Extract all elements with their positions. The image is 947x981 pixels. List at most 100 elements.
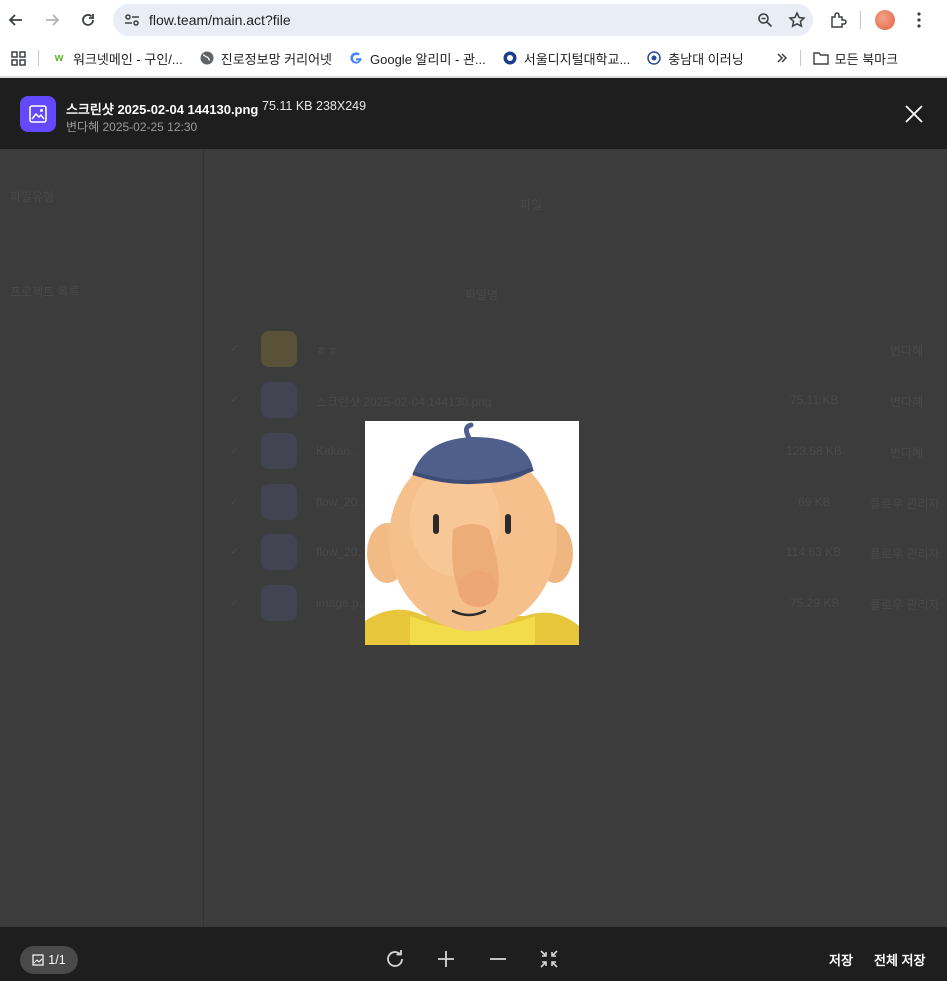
page-indicator: 1/1 (20, 946, 78, 974)
folder-icon (261, 331, 297, 367)
background-file-row: ✓ flow_20.. 114.63 KB 플로우 관리자 (230, 531, 940, 571)
file-date: 2025-02-25 12:30 (102, 120, 198, 134)
globe-icon (199, 50, 215, 66)
bookmark-star-icon[interactable] (781, 4, 813, 36)
image-viewer-header: 스크린샷 2025-02-04 144130.png 75.11 KB 238X… (0, 78, 947, 149)
check-icon: ✓ (230, 496, 240, 508)
image-file-icon (261, 433, 297, 469)
bookmark-google-alerts[interactable]: Google 알리미 - 관... (340, 44, 494, 72)
file-dimensions: 238X249 (316, 99, 367, 113)
background-file-row: ✓ Kakao.. 123.58 KB 변다혜 (230, 430, 930, 470)
back-button[interactable] (0, 4, 32, 36)
more-bookmarks-button[interactable] (768, 44, 796, 72)
file-size: 75.11 KB (262, 99, 313, 113)
row-owner: 플로우 관리자 (870, 547, 940, 561)
extensions-icon[interactable] (822, 4, 854, 36)
bookmark-label: 워크넷메인 - 구인/... (73, 51, 183, 67)
row-size: 114.63 KB (786, 545, 842, 559)
all-bookmarks-label: 모든 북마크 (834, 51, 899, 67)
image-file-icon (261, 382, 297, 418)
profile-avatar[interactable] (875, 10, 895, 30)
image-viewer-footer: 1/1 저장 전체 저장 (0, 927, 947, 981)
file-owner-info: 변다혜 2025-02-25 12:30 (66, 118, 197, 135)
arrow-left-icon (8, 14, 22, 26)
background-sidebar: 파일유형 프로젝트 목록 (0, 78, 204, 981)
bookmark-separator (799, 50, 801, 66)
zoom-out-button[interactable] (486, 947, 510, 971)
plus-icon (438, 951, 454, 967)
collapse-icon (540, 950, 558, 968)
page-indicator-text: 1/1 (48, 953, 66, 967)
background-column-name: 파일명 (465, 288, 499, 302)
address-bar[interactable]: flow.team/main.act?file (113, 4, 813, 36)
bookmark-careernet[interactable]: 진로정보망 커리어넷 (191, 44, 340, 72)
rotate-button[interactable] (383, 947, 407, 971)
zoom-in-button[interactable] (434, 947, 458, 971)
site-settings-icon[interactable] (117, 12, 147, 28)
chevron-double-right-icon (777, 53, 787, 63)
fit-screen-button[interactable] (537, 947, 561, 971)
file-name: 스크린샷 2025-02-04 144130.png (66, 102, 259, 117)
bookmark-cnu[interactable]: 충남대 이러닝 (638, 44, 751, 72)
image-icon (32, 954, 44, 966)
university-icon (646, 50, 662, 66)
bookmark-label: Google 알리미 - 관... (370, 51, 486, 67)
check-icon: ✓ (230, 394, 240, 406)
check-icon: ✓ (230, 546, 240, 558)
background-file-row: ✓ 스크린샷 2025-02-04 144130.png 75.11 KB 변다… (230, 379, 930, 419)
google-icon (348, 50, 364, 66)
zoom-icon[interactable] (749, 4, 781, 36)
background-file-row: ✓ image.p.. 75.29 KB 플로우 관리자 (230, 582, 940, 622)
check-icon: ✓ (230, 343, 240, 355)
more-menu-icon[interactable] (903, 4, 935, 36)
row-size: 75.29 KB (790, 596, 840, 610)
reload-button[interactable] (72, 4, 104, 36)
bookmark-separator (38, 50, 39, 66)
bookmark-worknet[interactable]: w 워크넷메인 - 구인/... (43, 44, 191, 72)
row-owner: 변다혜 (890, 344, 924, 358)
save-all-button[interactable]: 전체 저장 (874, 950, 925, 969)
arrow-right-icon (46, 14, 60, 26)
row-name: flow_20.. (316, 495, 365, 509)
background-file-row: ✓ flow_20.. 69 KB 플로우 관리자 (230, 481, 940, 521)
save-button[interactable]: 저장 (829, 950, 853, 969)
apps-icon[interactable] (0, 44, 34, 72)
minus-icon (490, 958, 506, 960)
row-name: image.p.. (316, 596, 366, 610)
row-name: ㅎㅎ (316, 344, 339, 358)
all-bookmarks-folder[interactable]: 모든 북마크 (805, 44, 906, 72)
browser-toolbar: flow.team/main.act?file (0, 0, 947, 40)
bookmark-label: 서울디지털대학교... (523, 51, 631, 67)
image-file-icon (261, 534, 297, 570)
sidebar-project-list-label: 프로젝트 목록 (10, 285, 80, 299)
preview-image (365, 421, 579, 645)
row-size: 75.11 KB (790, 393, 839, 407)
file-meta: 75.11 KB 238X249 (262, 99, 366, 113)
reload-icon (82, 14, 94, 26)
row-owner: 변다혜 (890, 395, 924, 409)
toolbar-separator (860, 11, 861, 29)
row-size: 123.58 KB (786, 444, 843, 458)
folder-icon (812, 50, 829, 66)
rotate-icon (387, 950, 403, 967)
row-name: Kakao.. (316, 444, 357, 458)
forward-button[interactable] (36, 4, 68, 36)
row-name: flow_20.. (316, 545, 365, 559)
background-tab-file: 파일 (520, 198, 543, 212)
worknet-icon: w (54, 52, 64, 64)
bookmarks-bar: w 워크넷메인 - 구인/... 진로정보망 커리어넷 Google 알리미 -… (0, 40, 947, 76)
row-owner: 플로우 관리자 (870, 497, 940, 511)
row-size: 69 KB (798, 495, 831, 509)
image-file-icon (261, 585, 297, 621)
university-icon (502, 50, 518, 66)
row-owner: 변다혜 (890, 446, 924, 460)
check-icon: ✓ (230, 597, 240, 609)
close-viewer-button[interactable] (902, 102, 926, 126)
row-name: 스크린샷 2025-02-04 144130.png (316, 395, 492, 409)
bookmark-label: 충남대 이러닝 (668, 51, 744, 67)
figurine-image (365, 421, 579, 645)
bookmark-sdu[interactable]: 서울디지털대학교... (494, 44, 639, 72)
background-file-row: ✓ ㅎㅎ 변다혜 (230, 328, 930, 368)
url-text[interactable]: flow.team/main.act?file (149, 12, 749, 28)
image-file-icon (261, 484, 297, 520)
